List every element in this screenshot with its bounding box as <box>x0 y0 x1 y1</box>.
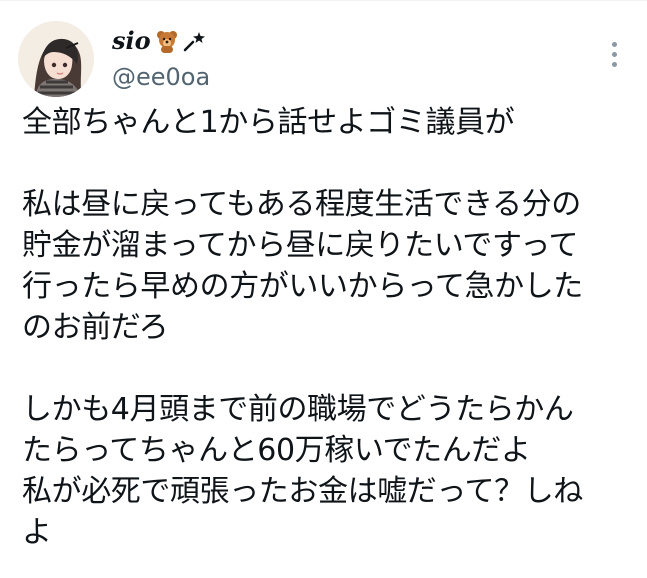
author-header[interactable]: sio @ee0oa <box>112 26 210 92</box>
teddy-bear-icon <box>156 31 177 53</box>
tweet-line: 貯金が溜まってから昼に戻りたいですって <box>22 228 579 263</box>
display-name[interactable]: sio <box>112 26 151 56</box>
magic-wand-icon <box>183 32 205 52</box>
username-handle[interactable]: @ee0oa <box>112 62 210 92</box>
tweet-line: よ <box>22 515 52 550</box>
tweet-line: 全部ちゃんと1から話せよゴミ議員が <box>22 105 515 140</box>
tweet-card: sio @ee0oa 全部ちゃんと1から話せよゴミ議員が 私は昼に戻ってもある程… <box>0 0 647 578</box>
display-name-row[interactable]: sio <box>112 26 210 56</box>
tweet-line: 私が必死で頑張ったお金は嘘だって？しね <box>22 474 583 509</box>
more-vertical-dot <box>611 51 617 57</box>
avatar-image <box>18 21 94 97</box>
more-vertical-dot <box>611 41 617 47</box>
tweet-line: しかも4月頭まで前の職場でどうたらかん <box>22 392 574 427</box>
avatar[interactable] <box>18 21 94 97</box>
tweet-text: 全部ちゃんと1から話せよゴミ議員が 私は昼に戻ってもある程度生活できる分の 貯金… <box>22 102 642 553</box>
tweet-line: 私は昼に戻ってもある程度生活できる分の <box>22 187 581 222</box>
more-options-button[interactable] <box>600 37 628 71</box>
tweet-line: たらってちゃんと60万稼いでたんだよ <box>22 433 531 468</box>
more-vertical-dot <box>611 61 617 67</box>
name-decorations <box>154 28 207 54</box>
tweet-line: のお前だろ <box>22 310 169 345</box>
tweet-line: 行ったら早めの方がいいからって急かした <box>22 269 583 304</box>
